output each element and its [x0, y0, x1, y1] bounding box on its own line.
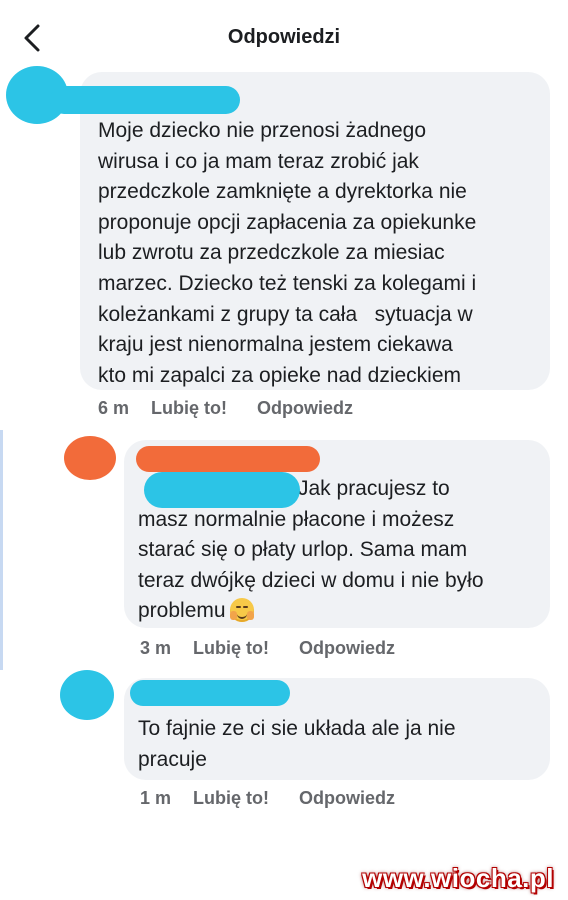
thread-line: [0, 430, 3, 670]
name-redaction: [136, 446, 320, 472]
like-button[interactable]: Lubię to!: [193, 638, 269, 659]
like-button[interactable]: Lubię to!: [151, 398, 227, 419]
comment-bubble: Jak pracujesz to masz normalnie płacone …: [124, 440, 550, 628]
comment-text: Moje dziecko nie przenosi żadnego wirusa…: [98, 119, 477, 387]
comment-time: 1 m: [140, 788, 172, 808]
comment-actions: 6 m Lubię to! Odpowiedz: [98, 398, 383, 419]
avatar-redaction: [60, 670, 114, 720]
comment-actions: 3 m Lubię to! Odpowiedz: [140, 638, 425, 659]
top-bar: Odpowiedzi: [0, 0, 568, 78]
avatar-redaction: [64, 436, 116, 480]
reply-button[interactable]: Odpowiedz: [257, 398, 353, 419]
name-redaction: [130, 680, 290, 706]
reply-button[interactable]: Odpowiedz: [299, 788, 395, 809]
reply-button[interactable]: Odpowiedz: [299, 638, 395, 659]
page-title: Odpowiedzi: [227, 26, 341, 48]
inline-redaction: [144, 472, 300, 508]
comment-text: To fajnie ze ci sie układa ale ja nie pr…: [138, 717, 456, 771]
comment-bubble: Moje dziecko nie przenosi żadnego wirusa…: [50, 72, 550, 390]
comment-time: 6 m: [98, 398, 130, 418]
hugging-face-emoji-icon: [229, 598, 254, 623]
comment-time: 3 m: [140, 638, 172, 658]
comment-actions: 1 m Lubię to! Odpowiedz: [140, 788, 425, 809]
comment-bubble: To fajnie ze ci sie układa ale ja nie pr…: [124, 678, 550, 780]
like-button[interactable]: Lubię to!: [193, 788, 269, 809]
name-redaction: [50, 86, 240, 114]
watermark: www.wiocha.pl: [362, 863, 554, 893]
